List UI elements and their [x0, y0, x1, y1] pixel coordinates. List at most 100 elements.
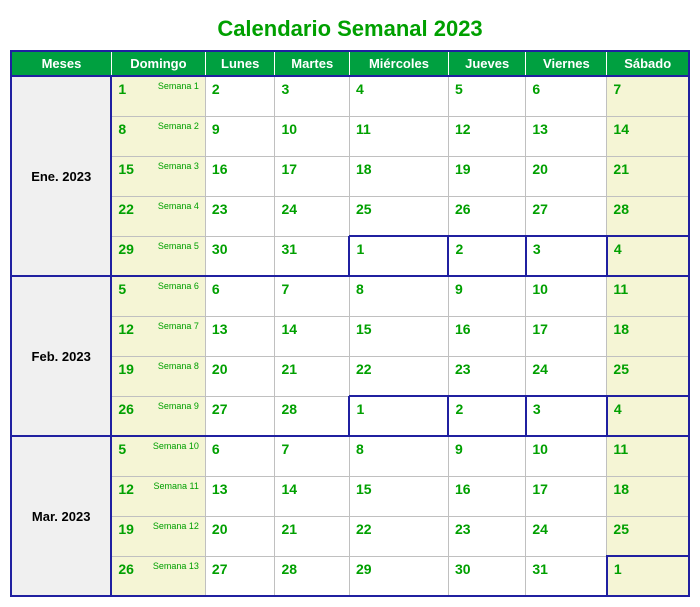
- day-cell: 16: [448, 476, 525, 516]
- day-number: 27: [532, 201, 548, 217]
- day-cell: 5: [448, 76, 525, 116]
- day-number: 22: [118, 201, 134, 217]
- day-cell: 26: [448, 196, 525, 236]
- day-number: 31: [532, 561, 548, 577]
- sunday-cell: 22Semana 4: [111, 196, 205, 236]
- day-cell: 14: [275, 316, 349, 356]
- day-cell: 23: [205, 196, 275, 236]
- day-cell: 1: [349, 236, 448, 276]
- day-cell: 15: [349, 476, 448, 516]
- week-tag: Semana 2: [158, 121, 199, 131]
- day-cell: 31: [526, 556, 607, 596]
- day-cell: 10: [275, 116, 349, 156]
- day-number: 8: [118, 121, 126, 137]
- day-cell: 17: [526, 476, 607, 516]
- day-number: 20: [532, 161, 548, 177]
- sunday-cell: 5Semana 6: [111, 276, 205, 316]
- day-number: 13: [212, 481, 228, 497]
- day-cell: 22: [349, 516, 448, 556]
- day-number: 29: [356, 561, 372, 577]
- day-number: 14: [281, 321, 297, 337]
- day-number: 8: [356, 441, 364, 457]
- sunday-cell: 19Semana 8: [111, 356, 205, 396]
- day-number: 30: [212, 241, 228, 257]
- sunday-cell: 8 Semana 2: [111, 116, 205, 156]
- day-number: 25: [356, 201, 372, 217]
- day-number: 28: [281, 561, 297, 577]
- day-number: 21: [281, 361, 297, 377]
- week-tag: Semana 12: [153, 521, 199, 531]
- month-label: Mar. 2023: [11, 436, 111, 596]
- day-cell: 17: [275, 156, 349, 196]
- day-cell: 24: [275, 196, 349, 236]
- day-cell: 24: [526, 516, 607, 556]
- day-cell: 7: [275, 436, 349, 476]
- sunday-cell: 19Semana 12: [111, 516, 205, 556]
- calendar-table: Meses Domingo Lunes Martes Miércoles Jue…: [10, 50, 690, 597]
- sunday-cell: 12Semana 7: [111, 316, 205, 356]
- day-number: 28: [281, 401, 297, 417]
- week-tag: Semana 6: [158, 281, 199, 291]
- day-cell: 24: [526, 356, 607, 396]
- day-cell: 2: [205, 76, 275, 116]
- month-label: Ene. 2023: [11, 76, 111, 276]
- header-miercoles: Miércoles: [349, 51, 448, 76]
- day-number: 1: [356, 241, 364, 257]
- day-cell: 22: [349, 356, 448, 396]
- day-cell: 13: [526, 116, 607, 156]
- header-meses: Meses: [11, 51, 111, 76]
- day-cell: 11: [607, 436, 689, 476]
- day-number: 28: [613, 201, 629, 217]
- day-number: 26: [118, 561, 134, 577]
- day-number: 9: [455, 281, 463, 297]
- day-cell: 4: [349, 76, 448, 116]
- day-cell: 17: [526, 316, 607, 356]
- day-cell: 1: [349, 396, 448, 436]
- sunday-cell: 15Semana 3: [111, 156, 205, 196]
- day-number: 1: [614, 561, 622, 577]
- day-number: 4: [614, 401, 622, 417]
- day-number: 11: [613, 441, 628, 457]
- table-row: 26Semana 927281234: [11, 396, 689, 436]
- day-number: 26: [455, 201, 471, 217]
- day-number: 9: [212, 121, 220, 137]
- table-row: 12Semana 7 13 14 15 161718: [11, 316, 689, 356]
- day-number: 23: [455, 361, 471, 377]
- day-cell: 9: [448, 436, 525, 476]
- sunday-cell: 5Semana 10: [111, 436, 205, 476]
- day-number: 3: [281, 81, 289, 97]
- day-cell: 18: [607, 316, 689, 356]
- day-number: 15: [356, 481, 372, 497]
- day-cell: 11: [607, 276, 689, 316]
- day-number: 9: [455, 441, 463, 457]
- day-number: 3: [533, 401, 541, 417]
- day-cell: 21: [275, 516, 349, 556]
- day-number: 23: [212, 201, 228, 217]
- table-row: 26Semana 1327282930311: [11, 556, 689, 596]
- day-number: 13: [212, 321, 228, 337]
- header-martes: Martes: [275, 51, 349, 76]
- day-number: 24: [532, 361, 548, 377]
- day-cell: 27: [205, 396, 275, 436]
- day-cell: 20: [205, 356, 275, 396]
- table-row: 12Semana 11131415161718: [11, 476, 689, 516]
- day-number: 12: [118, 321, 134, 337]
- day-cell: 29: [349, 556, 448, 596]
- week-tag: Semana 11: [154, 481, 199, 491]
- day-number: 14: [613, 121, 629, 137]
- day-cell: 16: [448, 316, 525, 356]
- page-title: Calendario Semanal 2023: [10, 10, 690, 50]
- day-number: 4: [356, 81, 364, 97]
- day-number: 2: [212, 81, 220, 97]
- day-cell: 20: [205, 516, 275, 556]
- day-cell: 15: [349, 316, 448, 356]
- day-number: 7: [613, 81, 621, 97]
- day-cell: 6: [526, 76, 607, 116]
- day-number: 19: [118, 361, 134, 377]
- table-row: 19Semana 12202122232425: [11, 516, 689, 556]
- day-number: 5: [118, 441, 126, 457]
- day-number: 20: [212, 521, 228, 537]
- day-number: 15: [356, 321, 372, 337]
- header-viernes: Viernes: [526, 51, 607, 76]
- day-cell: 27: [205, 556, 275, 596]
